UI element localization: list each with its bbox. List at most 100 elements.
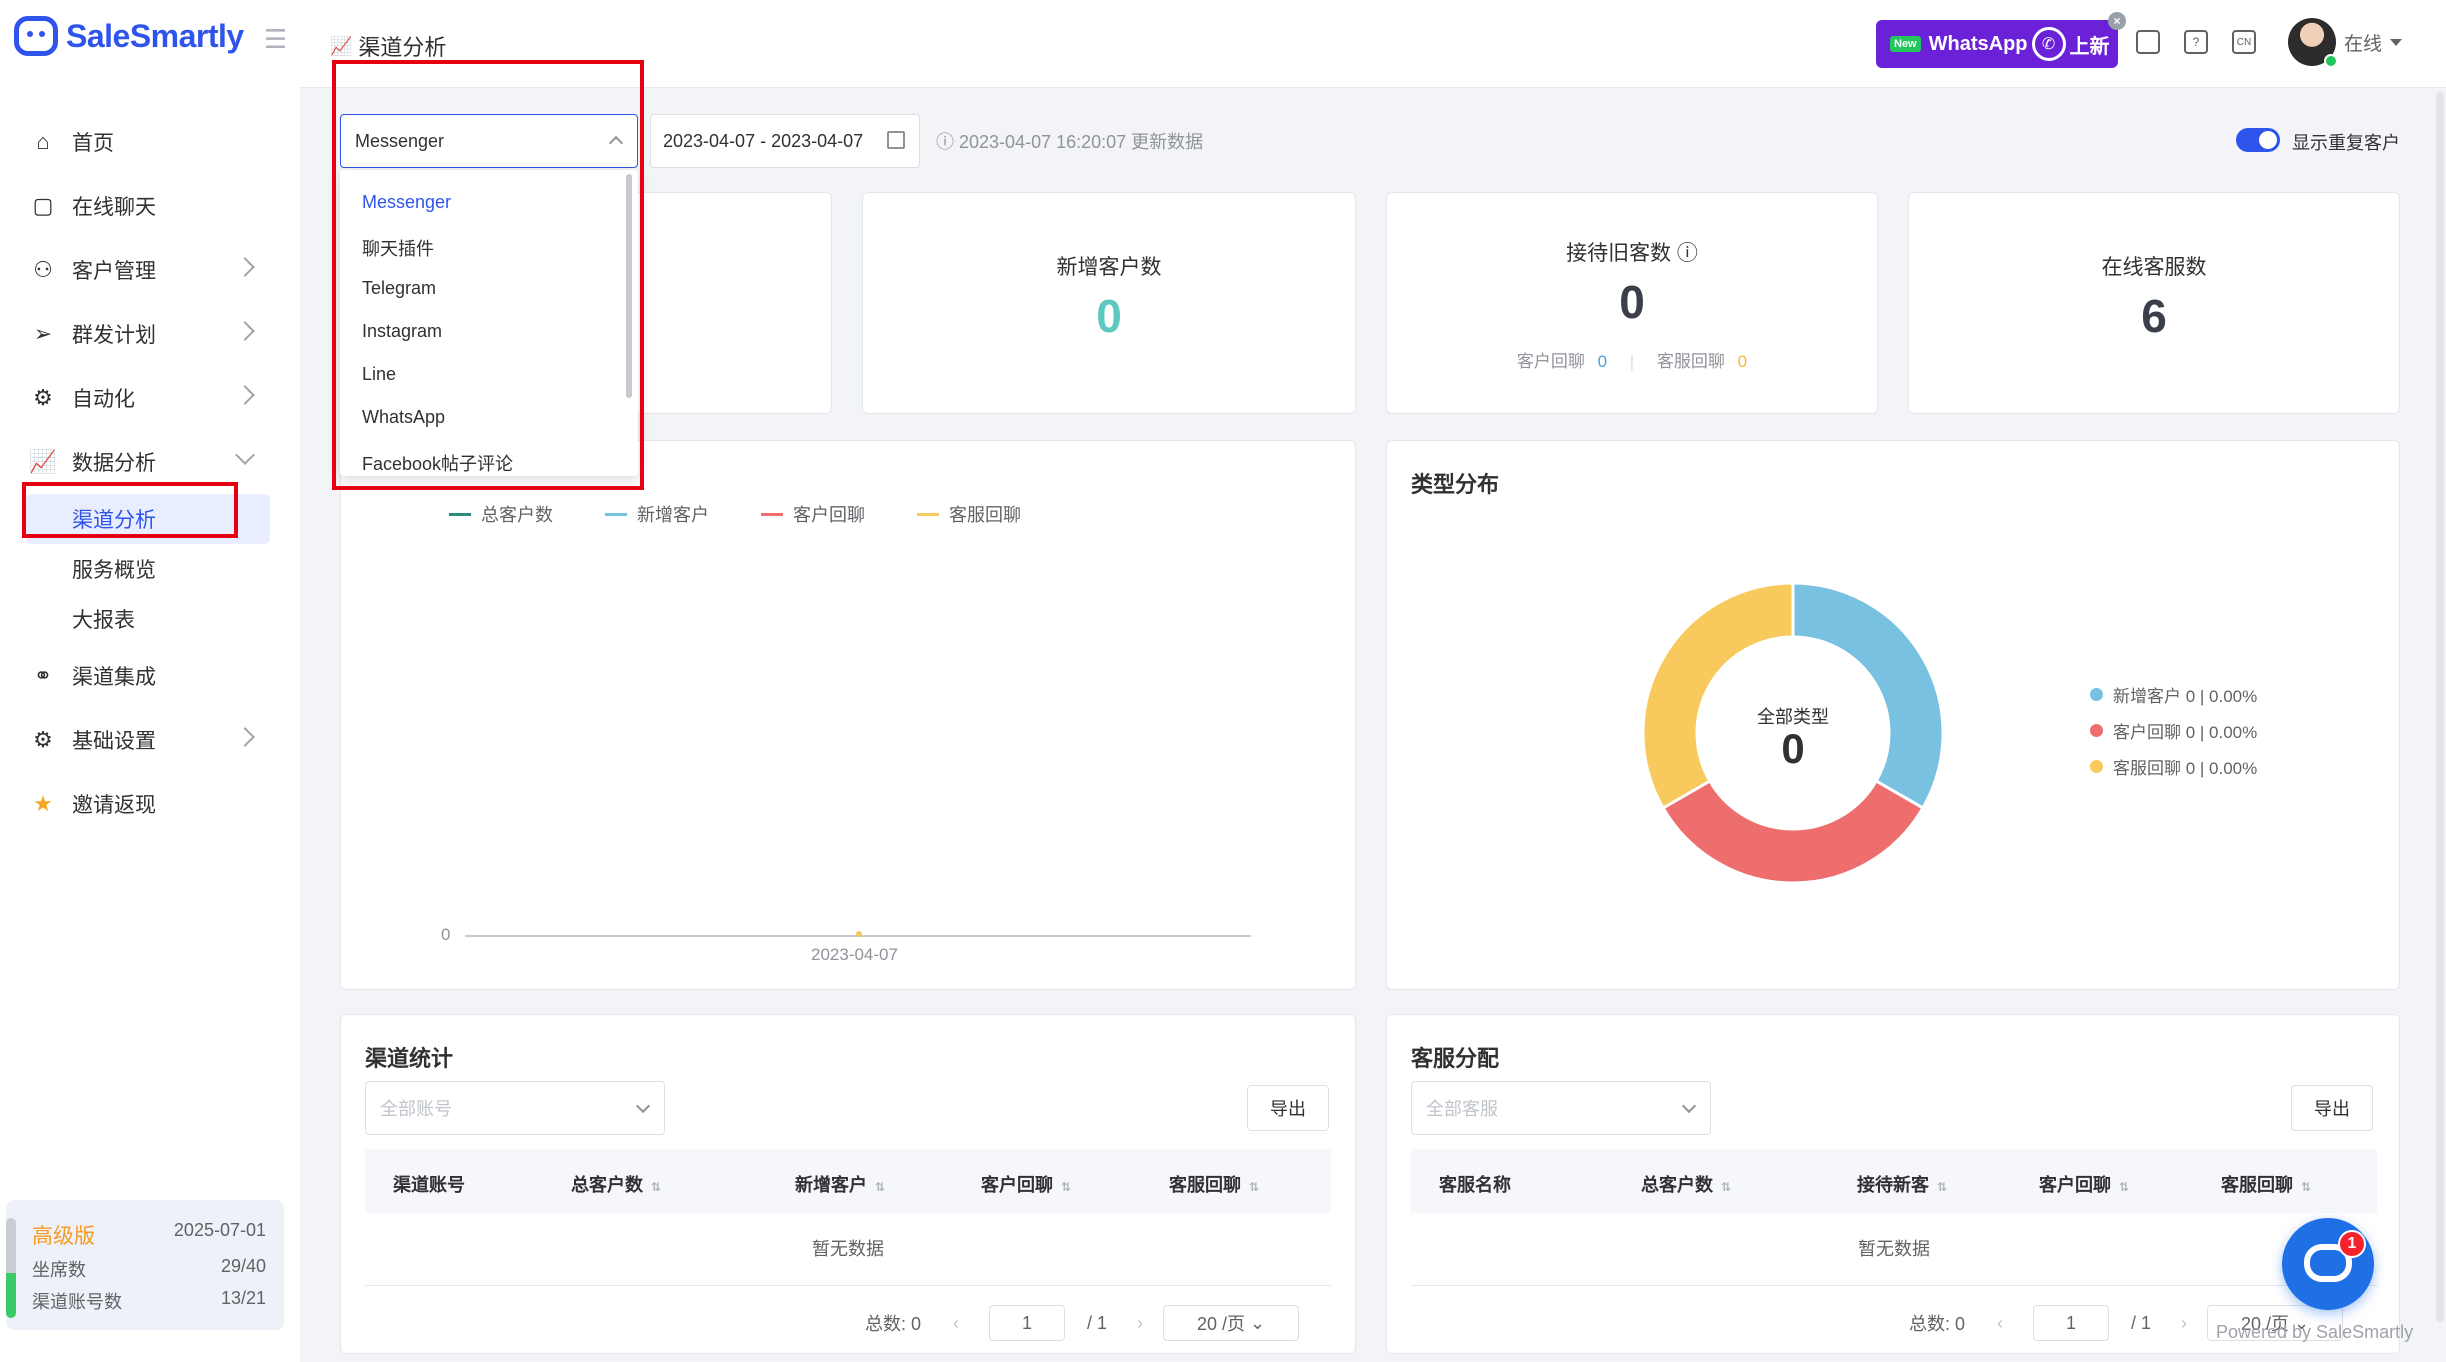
plan-row-channels: 渠道账号数 13/21 (32, 1288, 266, 1314)
page-input[interactable]: 1 (2033, 1305, 2110, 1341)
sort-icon: ⇅ (875, 1180, 886, 1194)
sidebar-item-referral[interactable]: ★ 邀请返现 (0, 772, 300, 836)
caret-down-icon (2390, 38, 2403, 46)
page-size-select[interactable]: 20 /页 ⌄ (1163, 1305, 1300, 1341)
sidebar-item-integrations[interactable]: ⚭ 渠道集成 (0, 644, 300, 708)
table-header: 渠道账号 总客户数 ⇅ 新增客户 ⇅ 客户回聊 ⇅ 客服回聊 ⇅ (365, 1149, 1331, 1213)
column-header[interactable]: 总客户数 ⇅ (1641, 1171, 1731, 1197)
legend-item[interactable]: 客服回聊 (917, 501, 1021, 527)
chart-icon: 📈 (330, 35, 353, 56)
sidebar-subitem-service-overview[interactable]: 服务概览 (0, 544, 300, 594)
agent-select[interactable]: 全部客服 (1411, 1081, 1711, 1135)
sidebar-item-automation[interactable]: ⚙ 自动化 (0, 366, 300, 430)
stat-title: 接待旧客数 ⓘ (1566, 242, 1698, 265)
user-menu[interactable]: 在线 (2288, 18, 2403, 68)
chat-widget-button[interactable]: 1 (2282, 1218, 2374, 1310)
plan-row-name: 高级版 2025-07-01 (32, 1220, 266, 1250)
sidebar-item-label: 群发计划 (72, 324, 156, 347)
donut-slice-客户回聊[interactable] (1661, 778, 1925, 885)
page-scrollbar[interactable] (2436, 92, 2444, 1322)
chart-icon: 📈 (29, 449, 57, 474)
sidebar-item-label: 首页 (72, 132, 114, 155)
devices-icon[interactable] (2136, 30, 2160, 54)
sidebar-item-home[interactable]: ⌂ 首页 (0, 110, 300, 174)
sidebar-item-label: 邀请返现 (72, 794, 156, 817)
legend-item[interactable]: 总客户数 (449, 501, 553, 527)
show-repeat-toggle[interactable] (2236, 128, 2280, 152)
legend-item[interactable]: 客户回聊 (761, 501, 865, 527)
sidebar-item-label: 客户管理 (72, 260, 156, 283)
plan-card[interactable]: 高级版 2025-07-01 坐席数 29/40 渠道账号数 13/21 (6, 1200, 284, 1330)
legend-swatch (917, 512, 939, 516)
donut-legend-item[interactable]: 新增客户 0 | 0.00% (2090, 682, 2257, 707)
column-header[interactable]: 客户回聊 ⇅ (981, 1171, 1071, 1197)
sidebar-subitem-label: 大报表 (72, 609, 135, 632)
donut-slice-新增客户[interactable] (1791, 581, 1945, 811)
promo-text: WhatsApp (1928, 32, 2028, 55)
info-icon: ⓘ (936, 132, 960, 152)
channel-stats-card: 渠道统计 全部账号 导出 渠道账号 总客户数 ⇅ 新增客户 ⇅ 客户回聊 ⇅ 客服回聊… (340, 1014, 1356, 1354)
breadcrumb: 📈 渠道分析 (330, 30, 446, 62)
legend-dot (2090, 760, 2103, 773)
sidebar-item-chat[interactable]: ▢ 在线聊天 (0, 174, 300, 238)
empty-state: 暂无数据 (1858, 1239, 1930, 1259)
whatsapp-promo-button[interactable]: New WhatsApp ✆ 上新 × (1876, 12, 2126, 68)
robot-logo-icon (14, 16, 58, 56)
online-status-dot (2324, 54, 2338, 68)
table-header: 客服名称 总客户数 ⇅ 接待新客 ⇅ 客户回聊 ⇅ 客服回聊 ⇅ (1411, 1149, 2377, 1213)
sort-icon: ⇅ (2301, 1180, 2312, 1194)
send-icon: ➢ (33, 321, 53, 346)
legend-dot (2090, 724, 2103, 737)
sidebar-subitem-report[interactable]: 大报表 (0, 594, 300, 644)
date-range-picker[interactable]: 2023-04-07 - 2023-04-07 (650, 114, 920, 168)
donut-slice-客服回聊[interactable] (1641, 581, 1795, 811)
donut-legend-item[interactable]: 客服回聊 0 | 0.00% (2090, 754, 2257, 779)
export-button[interactable]: 导出 (2291, 1085, 2373, 1131)
donut-center-value: 0 (1781, 725, 1805, 772)
close-icon[interactable]: × (2108, 12, 2126, 30)
sidebar-item-customers[interactable]: ⚇ 客户管理 (0, 238, 300, 302)
account-select-placeholder: 全部账号 (380, 1099, 452, 1119)
card-title: 类型分布 (1411, 472, 1500, 497)
sidebar-item-settings[interactable]: ⚙ 基础设置 (0, 708, 300, 772)
page-input[interactable]: 1 (989, 1305, 1066, 1341)
sidebar-item-label: 在线聊天 (72, 196, 156, 219)
logo[interactable]: SaleSmartly ☰ (14, 16, 287, 56)
next-page-icon[interactable]: › (2181, 1313, 2187, 1334)
help-icon[interactable]: ? (2184, 30, 2208, 54)
prev-page-icon[interactable]: ‹ (1997, 1313, 2003, 1334)
column-header[interactable]: 接待新客 ⇅ (1857, 1171, 1947, 1197)
prev-page-icon[interactable]: ‹ (953, 1313, 959, 1334)
export-button[interactable]: 导出 (1247, 1085, 1329, 1131)
column-header[interactable]: 客户回聊 ⇅ (2039, 1171, 2129, 1197)
update-info: ⓘ 2023-04-07 16:20:07 更新数据 (936, 128, 1203, 154)
sidebar-item-label: 自动化 (72, 388, 135, 411)
column-header[interactable]: 客服回聊 ⇅ (2221, 1171, 2311, 1197)
sidebar-menu: ⌂ 首页 ▢ 在线聊天 ⚇ 客户管理 ➢ 群发计划 ⚙ 自动化 📈 数据分析 渠… (0, 110, 300, 836)
menu-collapse-icon[interactable]: ☰ (264, 24, 287, 55)
sort-icon: ⇅ (1061, 1180, 1072, 1194)
legend-swatch (449, 512, 471, 516)
language-icon[interactable]: CN (2232, 30, 2256, 54)
sidebar-item-broadcast[interactable]: ➢ 群发计划 (0, 302, 300, 366)
column-header[interactable]: 新增客户 ⇅ (795, 1171, 885, 1197)
seats-value: 29/40 (220, 1256, 266, 1276)
avatar (2288, 18, 2338, 68)
column-header[interactable]: 客服回聊 ⇅ (1169, 1171, 1259, 1197)
stat-value: 0 (1096, 290, 1122, 342)
x-tick-label: 2023-04-07 (811, 945, 898, 964)
chevron-down-icon (635, 1098, 651, 1114)
unread-badge: 1 (2338, 1230, 2366, 1258)
next-page-icon[interactable]: › (1137, 1313, 1143, 1334)
empty-state: 暂无数据 (812, 1239, 884, 1259)
channels-label: 渠道账号数 (32, 1292, 122, 1312)
chevron-right-icon (235, 257, 255, 277)
legend-label: 总客户数 (481, 505, 553, 525)
distribution-card: 类型分布 全部类型 0 (1386, 440, 2400, 990)
legend-item[interactable]: 新增客户 (605, 501, 709, 527)
stat-title: 新增客户数 (1056, 256, 1162, 279)
column-header[interactable]: 总客户数 ⇅ (571, 1171, 661, 1197)
plan-row-seats: 坐席数 29/40 (32, 1256, 266, 1282)
account-select[interactable]: 全部账号 (365, 1081, 665, 1135)
donut-legend-item[interactable]: 客户回聊 0 | 0.00% (2090, 718, 2257, 743)
